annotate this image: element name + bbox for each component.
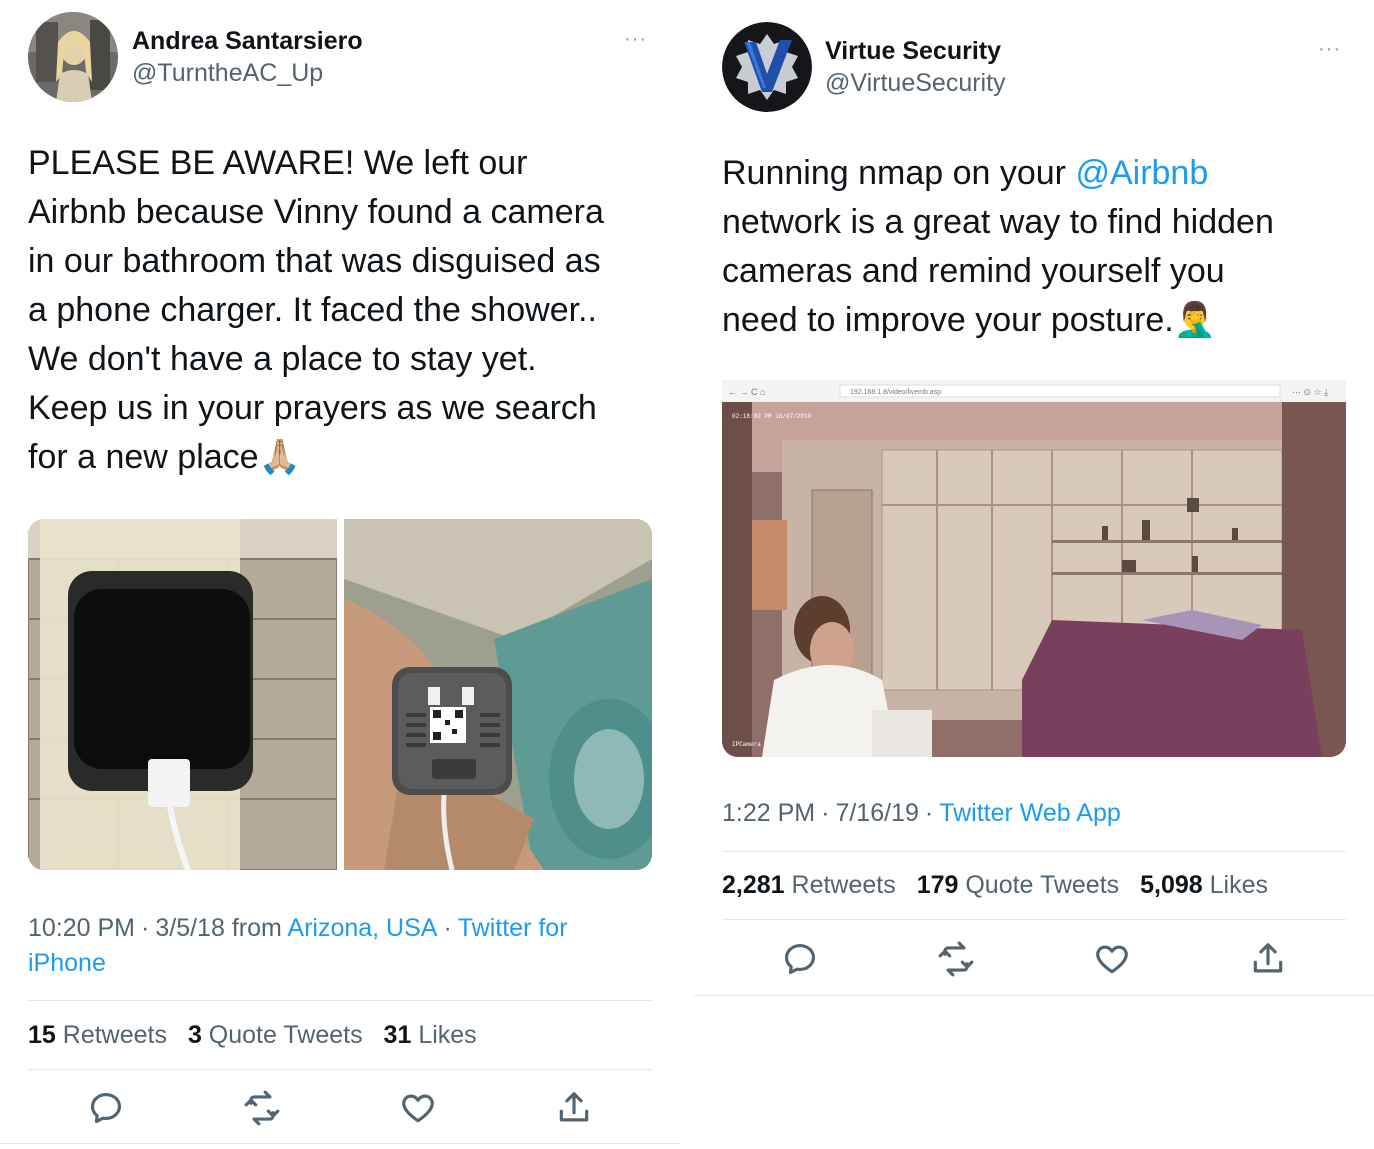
divider [0,1143,680,1144]
divider [28,1069,652,1070]
author-name[interactable]: Andrea Santarsiero [132,27,363,56]
reply-button[interactable] [82,1084,130,1132]
tweet-text: Running nmap on your @Airbnb network is … [722,149,1274,345]
quote-tweets-stat[interactable]: 3 Quote Tweets [188,1021,363,1049]
retweets-label: Retweets [791,871,896,899]
mention-link[interactable]: @Airbnb [1075,154,1208,192]
author-handle[interactable]: @TurntheAC_Up [132,59,323,88]
from-label: from [231,914,282,942]
tweet-date[interactable]: 7/16/19 [835,799,918,827]
tweet-text-line: network is a great way to find hidden [722,203,1274,241]
divider [722,851,1346,852]
divider [722,919,1346,920]
avatar[interactable] [722,22,812,112]
more-options-icon[interactable]: ··· [624,28,647,51]
retweets-label: Retweets [62,1021,167,1049]
share-icon [1253,943,1283,973]
tweet-time[interactable]: 10:20 PM [28,914,135,942]
share-icon [559,1092,589,1122]
tweet-text-prefix: Running nmap on your [722,154,1076,192]
tweet-text-line: for a new place🙏🏼 [28,438,301,476]
browser-tools-icon: ··· ⊙ ☆ ⤓ [1292,387,1328,397]
like-icon [402,1094,434,1123]
tweet-text-line: cameras and remind yourself you [722,252,1225,290]
tweet-photo-charger-in-hand[interactable] [344,519,652,870]
tweet-text-line: Airbnb because Vinny found a camera [28,193,604,231]
quote-tweets-count: 179 [916,871,959,899]
tweet-text-line: Running nmap on your @Airbnb [722,149,1274,198]
tweet-text-line: need to improve your posture.🤦‍♂️ [722,301,1217,339]
retweets-stat[interactable]: 2,281 Retweets [722,871,896,899]
avatar[interactable] [28,12,118,102]
likes-label: Likes [418,1021,477,1049]
quote-tweets-label: Quote Tweets [208,1021,363,1049]
camera-overlay-label: IPCamera [732,741,761,748]
reply-icon [784,943,816,975]
meta-separator: · [443,914,452,942]
browser-url: 192.168.1.8/video/livemb.asp [850,389,941,396]
browser-nav-icon: ← → C ⌂ [728,387,765,397]
divider [28,1000,652,1001]
retweets-count: 15 [28,1021,56,1049]
action-bar [28,1084,652,1132]
author-handle[interactable]: @VirtueSecurity [825,69,1006,98]
likes-label: Likes [1209,871,1268,899]
like-button[interactable] [394,1084,442,1132]
action-bar [722,935,1346,983]
quote-tweets-count: 3 [187,1021,202,1049]
tweet-time[interactable]: 1:22 PM [722,799,815,827]
author-name[interactable]: Virtue Security [825,37,1001,66]
retweets-count: 2,281 [722,871,785,899]
source-link[interactable]: Twitter Web App [939,799,1121,827]
tweet-text-line: Keep us in your prayers as we search [28,389,597,427]
meta-separator: · [821,799,830,827]
likes-stat[interactable]: 31 Likes [384,1021,477,1049]
tweet-stats: 15 Retweets 3 Quote Tweets 31 Likes [28,1021,491,1050]
likes-stat[interactable]: 5,098 Likes [1140,871,1268,899]
retweets-stat[interactable]: 15 Retweets [28,1021,167,1049]
camera-overlay-timestamp: 02:18:02 PM 16/07/2019 [732,413,812,420]
quote-tweets-stat[interactable]: 179 Quote Tweets [917,871,1119,899]
tweet-text-line: in our bathroom that was disguised as [28,242,601,280]
tweet-text: PLEASE BE AWARE! We left our Airbnb beca… [28,139,604,482]
meta-separator: · [141,914,150,942]
reply-icon [90,1092,122,1124]
likes-count: 31 [383,1021,412,1049]
tweet-text-line: We don't have a place to stay yet. [28,340,537,378]
source-link-continued[interactable]: iPhone [28,949,106,977]
tweet-left: Andrea Santarsiero @TurntheAC_Up ··· PLE… [0,0,680,1149]
more-options-icon[interactable]: ··· [1318,38,1341,61]
meta-separator: · [924,799,934,827]
tweet-meta: 10:20 PM · 3/5/18 from Arizona, USA · Twitte… [28,911,648,981]
tweet-text-line: PLEASE BE AWARE! We left our [28,144,528,182]
source-link[interactable]: Twitter for [458,914,568,942]
tweet-stats: 2,281 Retweets 179 Quote Tweets 5,098 Li… [722,871,1282,900]
tweet-text-line: a phone charger. It faced the shower.. [28,291,597,329]
share-button[interactable] [1244,935,1292,983]
divider [694,995,1374,996]
tweet-date[interactable]: 3/5/18 [155,914,225,942]
share-button[interactable] [550,1084,598,1132]
retweet-icon [938,941,974,977]
likes-count: 5,098 [1140,871,1203,899]
like-icon [1096,945,1128,974]
tweet-meta: 1:22 PM · 7/16/19 · Twitter Web App [722,796,1121,831]
location-link[interactable]: Arizona, USA [287,914,437,942]
tweet-image-camera-feed[interactable]: ← → C ⌂ 192.168.1.8/video/livemb.asp ···… [722,380,1346,757]
tweet-right: Virtue Security @VirtueSecurity ··· Runn… [694,0,1374,1149]
quote-tweets-label: Quote Tweets [965,871,1120,899]
retweet-icon [244,1090,280,1126]
tweet-photo-wall-charger[interactable] [28,519,337,870]
reply-button[interactable] [776,935,824,983]
panel-gap [680,0,694,1149]
like-button[interactable] [1088,935,1136,983]
retweet-button[interactable] [238,1084,286,1132]
retweet-button[interactable] [932,935,980,983]
